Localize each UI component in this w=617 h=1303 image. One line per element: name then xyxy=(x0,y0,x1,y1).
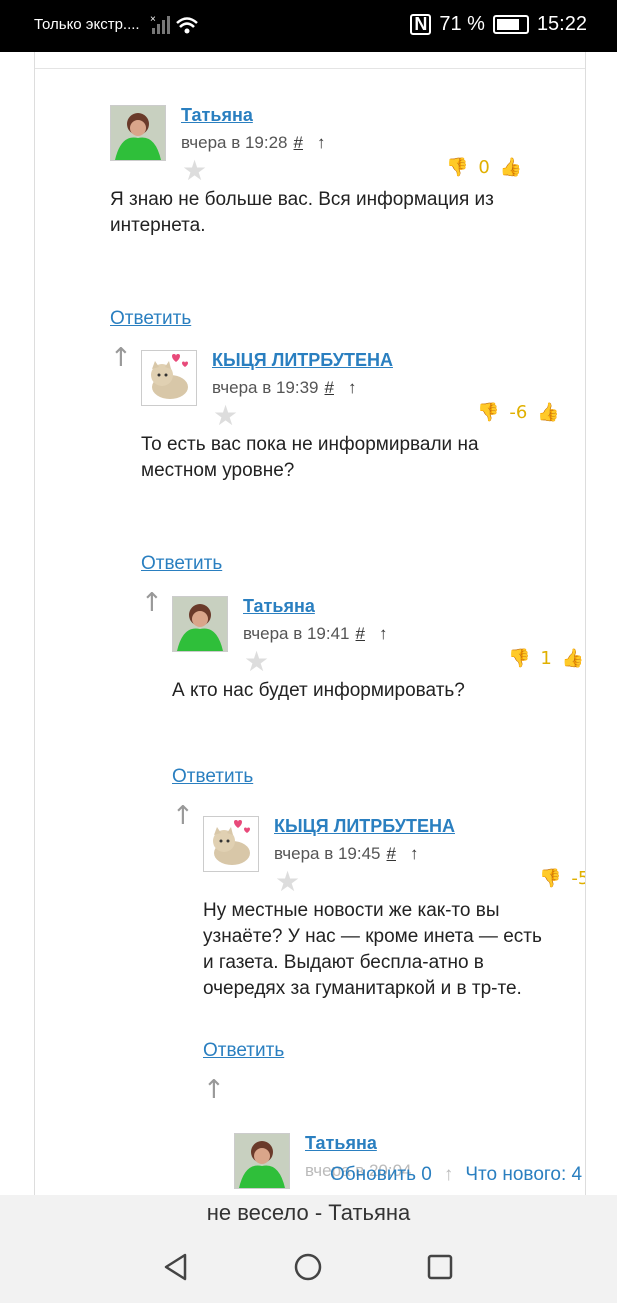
comment-time: вчера в 19:28 xyxy=(181,133,288,152)
author-link[interactable]: Татьяна xyxy=(243,596,315,617)
nfc-icon: N xyxy=(410,14,432,35)
clock: 15:22 xyxy=(536,13,587,35)
permalink[interactable]: # xyxy=(356,624,365,643)
battery-icon xyxy=(492,15,529,34)
avatar[interactable] xyxy=(234,1133,290,1189)
home-icon[interactable] xyxy=(293,1252,323,1286)
comment-score: 1 xyxy=(540,648,552,669)
avatar[interactable] xyxy=(172,596,228,652)
avatar[interactable] xyxy=(110,105,166,161)
thumbs-down-icon[interactable]: 👎 xyxy=(477,402,499,423)
signal-icon: × xyxy=(150,14,200,41)
comment: Татьяна вчера в 19:28 # ↑ ★ 👎 0 👍 Я знаю н… xyxy=(110,105,580,371)
author-link[interactable]: Татьяна xyxy=(181,105,253,126)
thumbs-down-icon[interactable]: 👎 xyxy=(446,157,468,178)
comment: КЫЦЯ ЛИТРБУТЕНА вчера в 19:39 # ↑ ★ 👎 -6 👍… xyxy=(141,350,581,616)
parent-arrow-icon[interactable]: ↑ xyxy=(172,803,194,829)
parent-arrow-icon[interactable]: ↑ xyxy=(110,345,132,371)
vote-panel: 👎 1 👍 xyxy=(508,648,584,669)
star-icon[interactable]: ★ xyxy=(213,402,238,430)
parent-arrow-icon[interactable]: ↑ xyxy=(203,1077,225,1103)
comment-score: -6 xyxy=(509,402,528,423)
permalink[interactable]: # xyxy=(294,133,303,152)
comment-score: -5 xyxy=(571,868,585,889)
comment: КЫЦЯ ЛИТРБУТЕНА вчера в 19:45 # ↑ ★ 👎 -5 👍… xyxy=(203,816,585,1116)
reply-link[interactable]: Ответить xyxy=(141,553,222,575)
comment-score: 0 xyxy=(478,157,490,178)
avatar[interactable] xyxy=(203,816,259,872)
comment-time: вчера в 19:45 xyxy=(274,844,381,863)
recents-icon[interactable] xyxy=(425,1252,455,1286)
reply-link[interactable]: Ответить xyxy=(110,308,191,330)
comment-text: Ну местные новости же как-то вы узнаёте?… xyxy=(203,900,542,999)
parent-up-link[interactable]: ↑ xyxy=(317,133,326,152)
battery-percent: 71 % xyxy=(439,13,485,35)
comment-meta: вчера в 19:45 # ↑ xyxy=(274,844,418,864)
live-toolbar: Обновить 0 ↑ Что нового: 4 xyxy=(330,1164,582,1186)
svg-text:×: × xyxy=(150,14,156,25)
divider xyxy=(35,68,585,69)
star-icon[interactable]: ★ xyxy=(182,157,207,185)
reply-link[interactable]: Ответить xyxy=(172,766,253,788)
permalink[interactable]: # xyxy=(387,844,396,863)
comment-time: вчера в 19:39 xyxy=(212,378,319,397)
author-link[interactable]: КЫЦЯ ЛИТРБУТЕНА xyxy=(212,350,393,371)
thumbs-down-icon[interactable]: 👎 xyxy=(539,868,561,889)
comment: Татьяна вчера в 19:41 # ↑ ★ 👎 1 👍 А кто на… xyxy=(172,596,584,829)
navigation-bar xyxy=(0,1233,617,1303)
comment-text: То есть вас пока не информирвали на мест… xyxy=(141,434,479,481)
avatar[interactable] xyxy=(141,350,197,406)
comment-text: Я знаю не больше вас. Вся информация из … xyxy=(110,189,494,236)
comment-time: вчера в 19:41 xyxy=(243,624,350,643)
up-arrow-icon[interactable]: ↑ xyxy=(444,1164,454,1186)
parent-up-link[interactable]: ↑ xyxy=(348,378,357,397)
star-icon[interactable]: ★ xyxy=(275,868,300,896)
permalink[interactable]: # xyxy=(325,378,334,397)
comment-text: А кто нас будет информировать? xyxy=(172,680,465,701)
comment-meta: вчера в 19:39 # ↑ xyxy=(212,378,356,398)
author-link[interactable]: Татьяна xyxy=(305,1133,377,1154)
author-link[interactable]: КЫЦЯ ЛИТРБУТЕНА xyxy=(274,816,455,837)
parent-up-link[interactable]: ↑ xyxy=(379,624,388,643)
status-bar: Только экстр.... × N 71 % 15:22 xyxy=(0,0,617,52)
vote-panel: 👎 0 👍 xyxy=(446,157,522,178)
star-icon[interactable]: ★ xyxy=(244,648,269,676)
vote-panel: 👎 -6 👍 xyxy=(477,402,560,423)
notification-text: Только экстр.... xyxy=(34,16,140,33)
comment-meta: вчера в 19:28 # ↑ xyxy=(181,133,325,153)
comment-meta: вчера в 19:41 # ↑ xyxy=(243,624,387,644)
reply-link[interactable]: Ответить xyxy=(203,1040,284,1062)
page-title: не весело - Татьяна xyxy=(0,1195,617,1233)
parent-arrow-icon[interactable]: ↑ xyxy=(141,590,163,616)
thumbs-up-icon[interactable]: 👍 xyxy=(562,648,584,669)
parent-up-link[interactable]: ↑ xyxy=(410,844,419,863)
vote-panel: 👎 -5 👍 xyxy=(539,868,585,889)
refresh-button[interactable]: Обновить 0 xyxy=(330,1164,432,1186)
thumbs-down-icon[interactable]: 👎 xyxy=(508,648,530,669)
thumbs-up-icon[interactable]: 👍 xyxy=(500,157,522,178)
back-icon[interactable] xyxy=(161,1252,191,1286)
whats-new-button[interactable]: Что нового: 4 xyxy=(465,1164,582,1186)
comments-page: Татьяна вчера в 19:28 # ↑ ★ 👎 0 👍 Я знаю н… xyxy=(34,52,586,1195)
thumbs-up-icon[interactable]: 👍 xyxy=(537,402,559,423)
